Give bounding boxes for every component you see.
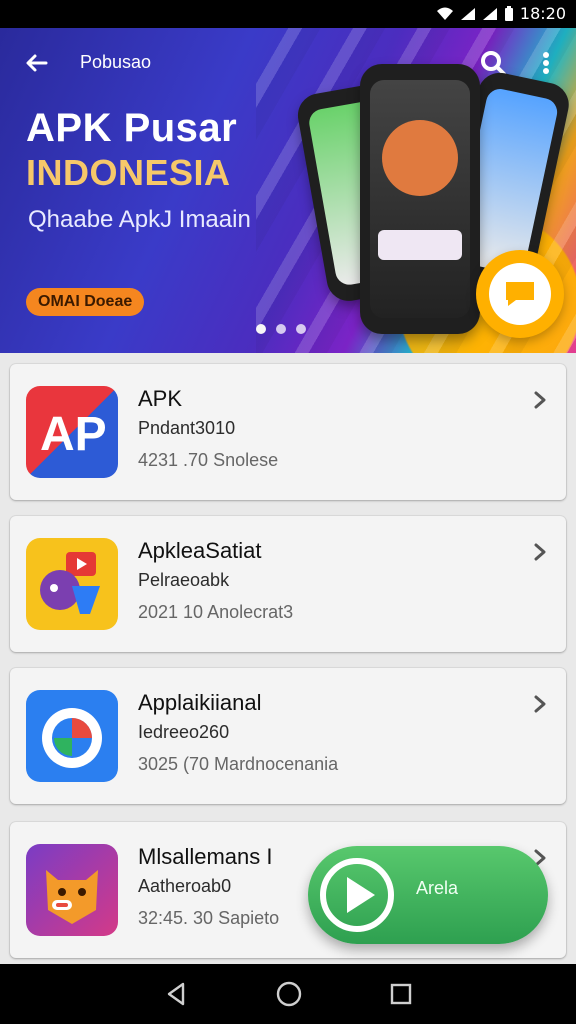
app-subtitle: Aatheroab0 (138, 876, 232, 896)
status-icons: 18:20 (436, 4, 566, 23)
app-name: Mlsallemans I (138, 844, 273, 869)
chevron-right-icon[interactable] (528, 692, 552, 716)
promo-pill-button[interactable]: OMAI Doeae (26, 288, 145, 316)
chevron-right-icon[interactable] (528, 540, 552, 564)
arrow-left-icon (26, 54, 48, 72)
more-options-button[interactable] (532, 46, 560, 80)
wifi-icon (436, 7, 453, 20)
ap-logo-icon: AP (40, 408, 107, 461)
recents-icon[interactable] (389, 982, 413, 1006)
play-icon-wrap (308, 846, 406, 944)
back-button[interactable] (20, 46, 54, 80)
ap-icon: AP (26, 386, 118, 478)
hero-title: APK Pusar (26, 106, 238, 150)
app-subtitle: Pndant3010 (138, 418, 236, 438)
hero-banner: Pobusao APK Pusar INDONESIA Qhaabe ApkJ … (0, 28, 576, 353)
app-meta: 32:45. 30 Sapieto (138, 908, 280, 928)
circle-swirl-logo-icon (42, 708, 102, 768)
banner-badge (476, 250, 564, 338)
app-meta: 3025 (70 Mardnocenania (138, 754, 339, 774)
fox-face-logo-icon (46, 870, 98, 924)
app-card-3[interactable]: Applaikiianal Iedreeo260 3025 (70 Mardno… (10, 668, 566, 804)
play-fab-button[interactable]: Arela (308, 846, 548, 944)
app-name: Applaikiianal (138, 690, 262, 715)
youtube-puzzle-icon (26, 538, 118, 630)
phone-illustration-center (360, 64, 480, 334)
carousel-dot-3[interactable] (296, 324, 306, 334)
youtube-puzzle-logo-icon (40, 552, 100, 614)
app-card-2[interactable]: ApkleaSatiat Pelraeoabk 2021 10 Anolecra… (10, 516, 566, 652)
back-icon[interactable] (163, 981, 189, 1007)
play-icon (320, 858, 394, 932)
person-illustration (382, 120, 458, 196)
circle-swirl-icon (26, 690, 118, 782)
more-vert-icon (543, 52, 549, 74)
app-subtitle: Iedreeo260 (138, 722, 230, 742)
home-icon[interactable] (275, 980, 303, 1008)
svg-text:AP: AP (40, 408, 107, 461)
app-card-1[interactable]: AP APK Pndant3010 4231 .70 Snolese (10, 364, 566, 500)
app-name: APK (138, 386, 183, 411)
app-subtitle: Pelraeoabk (138, 570, 230, 590)
signal-icon-2 (482, 7, 497, 20)
app-name: ApkleaSatiat (138, 538, 262, 563)
fab-label: Arela (416, 877, 459, 898)
battery-icon (504, 5, 513, 21)
app-meta: 4231 .70 Snolese (138, 450, 279, 470)
hero-tagline: Qhaabe ApkJ Imaain (28, 206, 251, 233)
status-time: 18:20 (519, 4, 566, 23)
carousel-dot-2[interactable] (276, 324, 286, 334)
signal-icon (460, 7, 475, 20)
banner-top-label: Pobusao (80, 52, 152, 72)
app-meta: 2021 10 Anolecrat3 (138, 602, 294, 622)
chat-bubble-icon (506, 282, 534, 306)
fox-face-icon (26, 844, 118, 936)
system-nav-bar (0, 964, 576, 1024)
carousel-dot-1[interactable] (256, 324, 266, 334)
chevron-right-icon[interactable] (528, 388, 552, 412)
status-bar: 18:20 (0, 0, 576, 28)
carousel-dots[interactable] (256, 324, 306, 334)
hero-subtitle: INDONESIA (26, 152, 231, 193)
phone-screen-card (378, 230, 462, 260)
